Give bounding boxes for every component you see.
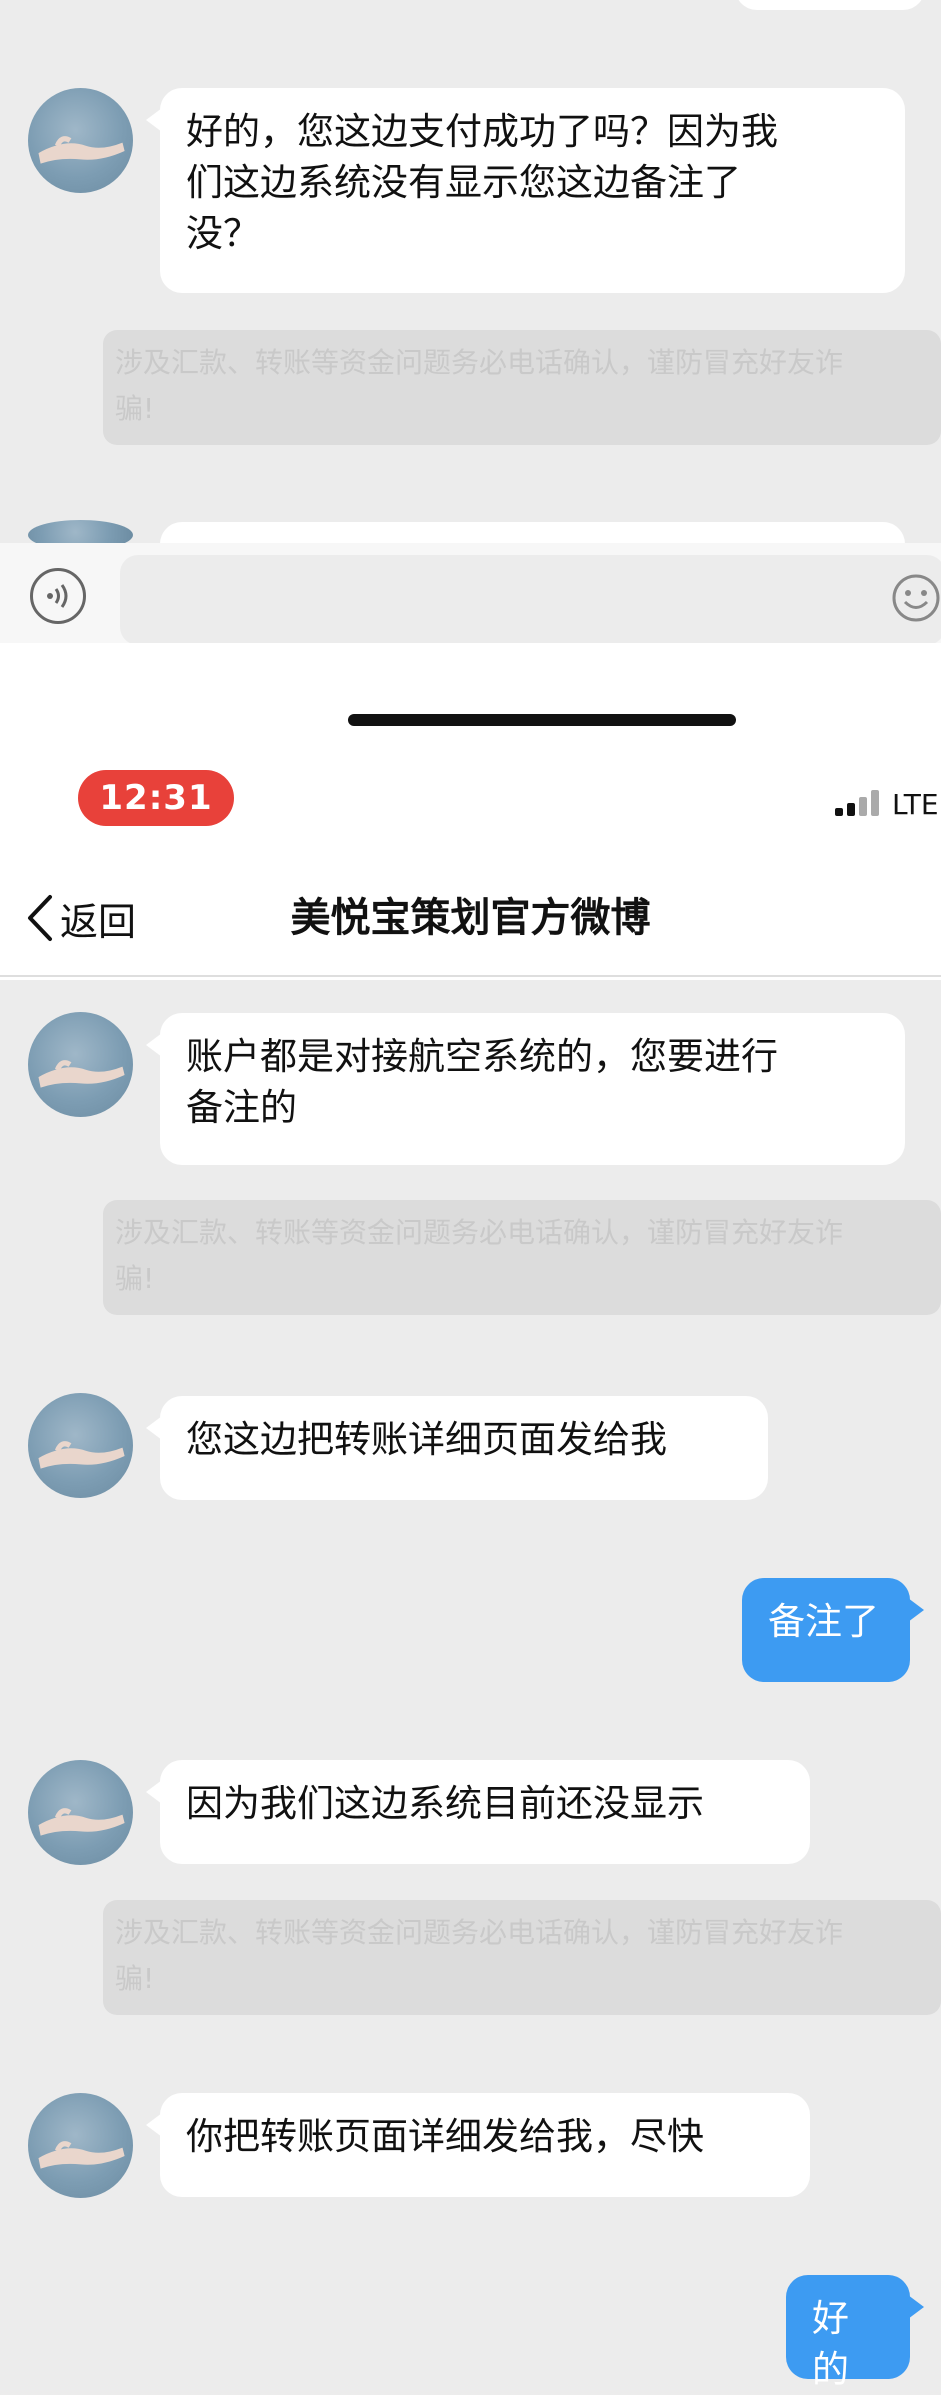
voice-icon[interactable]	[30, 568, 86, 624]
message-input[interactable]	[120, 555, 941, 645]
message-bubble[interactable]: 好的，您这边支付成功了吗？因为我 们这边系统没有显示您这边备注了 没？	[146, 88, 905, 293]
message-line: 备注了	[768, 1600, 879, 1643]
partial-message-bubble	[735, 0, 925, 10]
network-type: LTE	[892, 788, 939, 821]
back-label: 返回	[60, 899, 137, 944]
scam-warning-notice: 涉及汇款、转账等资金问题务必电话确认，谨防冒充好友诈 骗!	[103, 330, 941, 445]
self-message-bubble[interactable]: 备注了	[742, 1578, 924, 1682]
emoji-icon[interactable]	[890, 572, 941, 624]
back-button[interactable]: 返回	[22, 888, 136, 948]
self-message-bubble[interactable]: 好的	[786, 2275, 924, 2391]
message-line: 账户都是对接航空系统的，您要进行	[186, 1035, 778, 1078]
message-line: 备注的	[186, 1086, 297, 1129]
home-indicator	[348, 714, 736, 726]
message-line: 好的，您这边支付成功了吗？因为我	[186, 110, 778, 153]
message-bubble[interactable]: 因为我们这边系统目前还没显示	[146, 1760, 810, 1864]
chat-title: 美悦宝策划官方微博	[290, 895, 651, 941]
contact-avatar[interactable]	[28, 88, 133, 193]
message-line: 因为我们这边系统目前还没显示	[186, 1782, 704, 1825]
message-bubble[interactable]: 你把转账页面详细发给我，尽快	[146, 2093, 810, 2197]
message-line: 您这边把转账详细页面发给我	[186, 1418, 667, 1461]
scam-warning-notice: 涉及汇款、转账等资金问题务必电话确认，谨防冒充好友诈 骗!	[103, 1900, 941, 2015]
message-line: 你把转账页面详细发给我，尽快	[186, 2115, 704, 2158]
contact-avatar[interactable]	[28, 1012, 133, 1117]
message-line: 们这边系统没有显示您这边备注了	[186, 161, 741, 204]
contact-avatar[interactable]	[28, 2093, 133, 2198]
contact-avatar[interactable]	[28, 1760, 133, 1865]
scam-warning-notice: 涉及汇款、转账等资金问题务必电话确认，谨防冒充好友诈 骗!	[103, 1200, 941, 1315]
chevron-left-icon	[28, 895, 52, 941]
message-line: 好的	[812, 2297, 849, 2391]
contact-avatar[interactable]	[28, 1393, 133, 1498]
signal-icon	[835, 790, 885, 816]
nav-divider	[0, 975, 941, 977]
status-time: 12:31	[78, 770, 234, 826]
message-bubble[interactable]: 账户都是对接航空系统的，您要进行 备注的	[146, 1013, 905, 1165]
message-bubble[interactable]: 您这边把转账详细页面发给我	[146, 1396, 768, 1500]
message-line: 没？	[186, 212, 260, 255]
